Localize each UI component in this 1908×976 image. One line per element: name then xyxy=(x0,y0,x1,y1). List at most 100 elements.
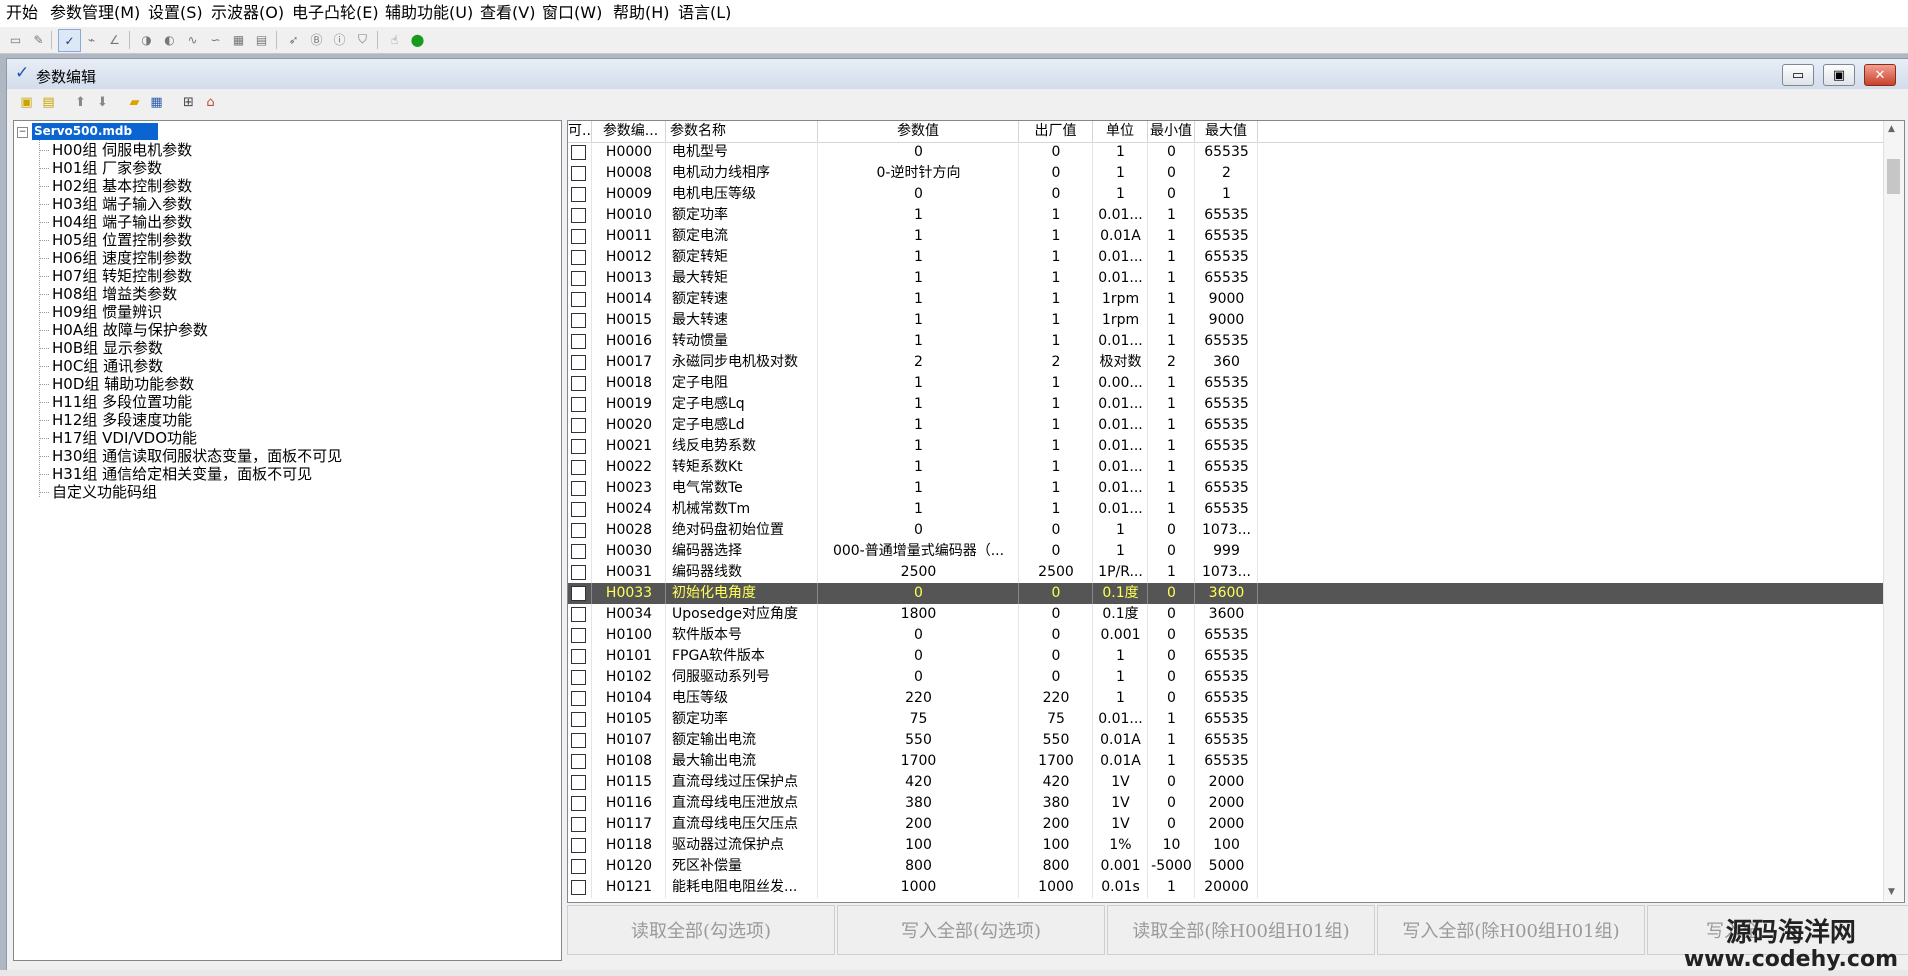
menu-item[interactable]: 设置(S) xyxy=(148,3,203,23)
param-value-cell[interactable]: 0 xyxy=(818,625,1019,646)
table-row[interactable]: H0013 最大转矩 1 1 0.01... 1 65535 xyxy=(568,268,1904,289)
param-value-cell[interactable]: 1000 xyxy=(818,877,1019,898)
row-checkbox[interactable] xyxy=(571,292,586,307)
row-checkbox[interactable] xyxy=(571,775,586,790)
row-checkbox[interactable] xyxy=(571,544,586,559)
param-edit-check-icon[interactable]: ✓ xyxy=(58,29,81,52)
param-value-cell[interactable]: 800 xyxy=(818,856,1019,877)
row-checkbox[interactable] xyxy=(571,502,586,517)
menu-item[interactable]: 电子凸轮(E) xyxy=(292,3,379,23)
row-checkbox[interactable] xyxy=(571,628,586,643)
table-row[interactable]: H0120 死区补偿量 800 800 0.001 -5000 5000 xyxy=(568,856,1904,877)
chart-icon[interactable]: ∠ xyxy=(104,29,125,50)
compare-icon[interactable]: ⌂ xyxy=(201,93,220,112)
menu-item[interactable]: 开始 xyxy=(6,3,38,23)
tree-node[interactable]: H03组 端子输入参数 xyxy=(39,195,192,214)
menu-item[interactable]: 语言(L) xyxy=(678,3,731,23)
tool-icon[interactable]: ▤ xyxy=(251,29,272,50)
table-row[interactable]: H0011 额定电流 1 1 0.01A 1 65535 xyxy=(568,226,1904,247)
row-checkbox[interactable] xyxy=(571,670,586,685)
table-row[interactable]: H0012 额定转矩 1 1 0.01... 1 65535 xyxy=(568,247,1904,268)
row-checkbox[interactable] xyxy=(571,691,586,706)
table-row[interactable]: H0117 直流母线电压欠压点 200 200 1V 0 2000 xyxy=(568,814,1904,835)
tree-node[interactable]: H04组 端子输出参数 xyxy=(39,213,192,232)
param-value-cell[interactable]: 1 xyxy=(818,394,1019,415)
row-checkbox[interactable] xyxy=(571,649,586,664)
param-value-cell[interactable]: 0 xyxy=(818,646,1019,667)
tree-node[interactable]: 自定义功能码组 xyxy=(39,483,157,502)
minimize-button[interactable]: ▭ xyxy=(1782,64,1814,86)
tree-node[interactable]: H12组 多段速度功能 xyxy=(39,411,192,430)
table-row[interactable]: H0020 定子电感Ld 1 1 0.01... 1 65535 xyxy=(568,415,1904,436)
row-checkbox[interactable] xyxy=(571,754,586,769)
folder-open-icon[interactable]: ▰ xyxy=(125,93,144,112)
tree-node[interactable]: H11组 多段位置功能 xyxy=(39,393,192,412)
pointer-icon[interactable]: ➶ xyxy=(283,29,304,50)
row-checkbox[interactable] xyxy=(571,376,586,391)
row-checkbox[interactable] xyxy=(571,229,586,244)
tree-node[interactable]: H09组 惯量辨识 xyxy=(39,303,162,322)
param-value-cell[interactable]: 380 xyxy=(818,793,1019,814)
shield-icon[interactable]: ⛉ xyxy=(352,29,373,50)
row-checkbox[interactable] xyxy=(571,859,586,874)
tree-node[interactable]: H01组 厂家参数 xyxy=(39,159,162,178)
param-value-cell[interactable]: 1 xyxy=(818,478,1019,499)
write-all-except-h00-h01-button[interactable]: 写入全部(除H00组H01组) xyxy=(1377,905,1645,955)
table-row[interactable]: H0102 伺服驱动系列号 0 0 1 0 65535 xyxy=(568,667,1904,688)
table-row[interactable]: H0104 电压等级 220 220 1 0 65535 xyxy=(568,688,1904,709)
scroll-down-icon[interactable]: ▼ xyxy=(1888,887,1895,897)
tree-node[interactable]: H31组 通信给定相关变量，面板不可见 xyxy=(39,465,312,484)
tree-root-node[interactable]: Servo500.mdb xyxy=(32,123,159,140)
column-header[interactable]: 参数编... xyxy=(592,121,666,142)
column-header[interactable]: 最小值 xyxy=(1148,121,1195,142)
menu-item[interactable]: 辅助功能(U) xyxy=(385,3,473,23)
collapse-toggle-icon[interactable]: − xyxy=(17,127,28,138)
read-all-checked-button[interactable]: 读取全部(勾选项) xyxy=(567,905,835,955)
column-header[interactable]: 单位 xyxy=(1093,121,1148,142)
save-icon[interactable]: ▦ xyxy=(147,93,166,112)
row-checkbox[interactable] xyxy=(571,586,586,601)
table-row[interactable]: H0116 直流母线电压泄放点 380 380 1V 0 2000 xyxy=(568,793,1904,814)
param-value-cell[interactable]: 1 xyxy=(818,310,1019,331)
table-row[interactable]: H0018 定子电阻 1 1 0.00... 1 65535 xyxy=(568,373,1904,394)
table-row[interactable]: H0100 软件版本号 0 0 0.001 0 65535 xyxy=(568,625,1904,646)
param-value-cell[interactable]: 1 xyxy=(818,247,1019,268)
table-row[interactable]: H0022 转矩系数Kt 1 1 0.01... 1 65535 xyxy=(568,457,1904,478)
row-checkbox[interactable] xyxy=(571,796,586,811)
table-row[interactable]: H0016 转动惯量 1 1 0.01... 1 65535 xyxy=(568,331,1904,352)
table-row[interactable]: H0024 机械常数Tm 1 1 0.01... 1 65535 xyxy=(568,499,1904,520)
tree-node[interactable]: H0B组 显示参数 xyxy=(39,339,163,358)
table-row[interactable]: H0030 编码器选择 000-普通增量式编码器（... 0 1 0 999 xyxy=(568,541,1904,562)
table-row[interactable]: H0028 绝对码盘初始位置 0 0 1 0 1073... xyxy=(568,520,1904,541)
scroll-up-icon[interactable]: ▲ xyxy=(1888,124,1895,134)
param-value-cell[interactable]: 000-普通增量式编码器（... xyxy=(818,541,1019,562)
table-row[interactable]: H0014 额定转速 1 1 1rpm 1 9000 xyxy=(568,289,1904,310)
tree-node[interactable]: H07组 转矩控制参数 xyxy=(39,267,192,286)
write-all-checked-button[interactable]: 写入全部(勾选项) xyxy=(837,905,1105,955)
row-checkbox[interactable] xyxy=(571,397,586,412)
move-up-icon[interactable]: ⬆ xyxy=(71,93,90,112)
menu-item[interactable]: 窗口(W) xyxy=(542,3,602,23)
table-row[interactable]: H0031 编码器线数 2500 2500 1P/R... 1 1073... xyxy=(568,562,1904,583)
table-row[interactable]: H0010 额定功率 1 1 0.01... 1 65535 xyxy=(568,205,1904,226)
move-down-icon[interactable]: ⬇ xyxy=(93,93,112,112)
window-titlebar[interactable]: ✓ 参数编辑 ▭ ▣ ✕ xyxy=(7,59,1908,89)
row-checkbox[interactable] xyxy=(571,607,586,622)
param-value-cell[interactable]: 100 xyxy=(818,835,1019,856)
row-checkbox[interactable] xyxy=(571,838,586,853)
table-row[interactable]: H0105 额定功率 75 75 0.01... 1 65535 xyxy=(568,709,1904,730)
menu-item[interactable]: 帮助(H) xyxy=(613,3,670,23)
tree-node[interactable]: H0C组 通讯参数 xyxy=(39,357,163,376)
tree-node[interactable]: H0D组 辅助功能参数 xyxy=(39,375,194,394)
table-row[interactable]: H0009 电机电压等级 0 0 1 0 1 xyxy=(568,184,1904,205)
row-checkbox[interactable] xyxy=(571,250,586,265)
row-checkbox[interactable] xyxy=(571,355,586,370)
tree-node[interactable]: H06组 速度控制参数 xyxy=(39,249,192,268)
table-row[interactable]: H0033 初始化电角度 0 0 0.1度 0 3600 xyxy=(568,583,1904,604)
reset-icon[interactable]: Ⓑ xyxy=(306,29,327,50)
param-value-cell[interactable]: 200 xyxy=(818,814,1019,835)
row-checkbox[interactable] xyxy=(571,439,586,454)
row-checkbox[interactable] xyxy=(571,313,586,328)
hand-icon[interactable]: ☝ xyxy=(384,29,405,50)
column-header[interactable]: 参数值 xyxy=(818,121,1019,142)
